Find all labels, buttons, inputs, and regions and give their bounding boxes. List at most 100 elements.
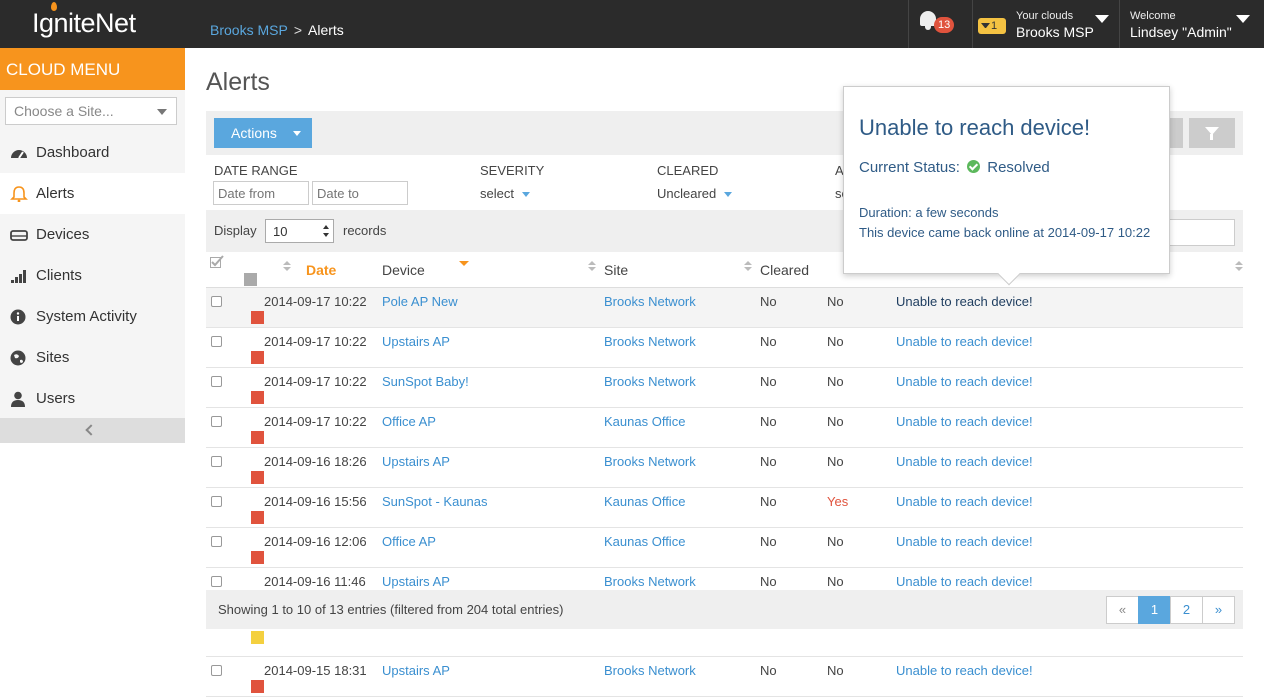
status-cell: No bbox=[827, 528, 896, 568]
device-link[interactable]: SunSpot Baby! bbox=[382, 374, 469, 389]
pagination-prev[interactable]: « bbox=[1106, 596, 1139, 624]
filter-remove-icon bbox=[1205, 127, 1219, 135]
pagination-page-2[interactable]: 2 bbox=[1170, 596, 1203, 624]
site-link[interactable]: Brooks Network bbox=[604, 374, 696, 389]
site-link[interactable]: Brooks Network bbox=[604, 334, 696, 349]
device-cell: SunSpot Baby! bbox=[382, 368, 604, 408]
flame-icon bbox=[51, 2, 57, 11]
device-link[interactable]: Upstairs AP bbox=[382, 574, 450, 589]
severity-indicator bbox=[251, 471, 264, 484]
status-cell: No bbox=[827, 328, 896, 368]
site-link[interactable]: Brooks Network bbox=[604, 294, 696, 309]
row-checkbox[interactable] bbox=[211, 416, 222, 427]
device-header[interactable]: Device bbox=[382, 252, 604, 288]
search-input[interactable] bbox=[1165, 219, 1235, 246]
row-cell bbox=[206, 657, 264, 697]
check-all-icon[interactable] bbox=[210, 255, 224, 268]
device-link[interactable]: Upstairs AP bbox=[382, 454, 450, 469]
table-row[interactable]: 2014-09-16 15:56SunSpot - KaunasKaunas O… bbox=[206, 488, 1243, 528]
page-title: Alerts bbox=[206, 68, 270, 97]
site-select[interactable]: Choose a Site... bbox=[5, 97, 177, 125]
row-checkbox[interactable] bbox=[211, 296, 222, 307]
sidebar-item-devices[interactable]: Devices bbox=[0, 214, 185, 255]
cleared-header[interactable]: Cleared bbox=[760, 252, 827, 288]
sidebar-item-alerts[interactable]: Alerts bbox=[0, 173, 185, 214]
site-link[interactable]: Kaunas Office bbox=[604, 494, 685, 509]
entries-info: Showing 1 to 10 of 13 entries (filtered … bbox=[218, 602, 563, 617]
device-link[interactable]: Office AP bbox=[382, 534, 436, 549]
sidebar-item-sites[interactable]: Sites bbox=[0, 337, 185, 378]
cleared-select[interactable]: Uncleared bbox=[657, 186, 732, 201]
table-row[interactable]: 2014-09-17 10:22Upstairs APBrooks Networ… bbox=[206, 328, 1243, 368]
user-menu[interactable]: Lindsey "Admin" bbox=[1130, 24, 1232, 40]
date-to-input[interactable] bbox=[312, 181, 408, 205]
device-link[interactable]: Upstairs AP bbox=[382, 334, 450, 349]
clouds-dropdown[interactable]: Brooks MSP bbox=[1016, 24, 1094, 40]
row-cell bbox=[206, 448, 264, 488]
row-cell bbox=[206, 408, 264, 448]
top-bar: IgniteNet Brooks MSP>Alerts 13 1 Your cl… bbox=[0, 0, 1264, 48]
row-checkbox[interactable] bbox=[211, 336, 222, 347]
caret-down-icon bbox=[522, 192, 530, 197]
site-link[interactable]: Brooks Network bbox=[604, 454, 696, 469]
table-row[interactable]: 2014-09-17 10:22Office APKaunas OfficeNo… bbox=[206, 408, 1243, 448]
severity-header-icon[interactable] bbox=[244, 273, 257, 286]
alert-link[interactable]: Unable to reach device! bbox=[896, 494, 1033, 509]
device-link[interactable]: Office AP bbox=[382, 414, 436, 429]
records-per-page-select[interactable]: 10 bbox=[265, 219, 334, 243]
alert-link[interactable]: Unable to reach device! bbox=[896, 534, 1033, 549]
clouds-chevron-down-icon[interactable] bbox=[1095, 15, 1109, 23]
row-checkbox[interactable] bbox=[211, 496, 222, 507]
breadcrumb-brooks-msp[interactable]: Brooks MSP bbox=[210, 22, 288, 38]
date-cell: 2014-09-17 10:22 bbox=[264, 368, 382, 408]
row-checkbox[interactable] bbox=[211, 376, 222, 387]
alert-link[interactable]: Unable to reach device! bbox=[896, 414, 1033, 429]
site-header[interactable]: Site bbox=[604, 252, 760, 288]
table-row[interactable]: 2014-09-15 18:31Upstairs APBrooks Networ… bbox=[206, 657, 1243, 697]
sidebar-item-clients[interactable]: Clients bbox=[0, 255, 185, 296]
cleared-cell: No bbox=[760, 448, 827, 488]
severity-select[interactable]: select bbox=[480, 186, 530, 201]
pagination-next[interactable]: » bbox=[1202, 596, 1235, 624]
device-link[interactable]: Pole AP New bbox=[382, 294, 458, 309]
date-from-input[interactable] bbox=[213, 181, 309, 205]
welcome-label: Welcome bbox=[1130, 10, 1176, 22]
cleared-cell: No bbox=[760, 408, 827, 448]
alert-link[interactable]: Unable to reach device! bbox=[896, 334, 1033, 349]
select-all-header[interactable] bbox=[206, 252, 264, 288]
alert-link[interactable]: Unable to reach device! bbox=[896, 454, 1033, 469]
user-chevron-down-icon[interactable] bbox=[1236, 15, 1250, 23]
site-link[interactable]: Brooks Network bbox=[604, 574, 696, 589]
site-link[interactable]: Kaunas Office bbox=[604, 534, 685, 549]
clear-filter-button[interactable] bbox=[1189, 118, 1235, 148]
popover-back-online: This device came back online at 2014-09-… bbox=[859, 225, 1150, 240]
globe-icon bbox=[10, 350, 28, 366]
actions-button[interactable]: Actions bbox=[214, 118, 312, 148]
severity-indicator bbox=[251, 351, 264, 364]
device-cell: Office AP bbox=[382, 528, 604, 568]
notifications-count-badge[interactable]: 13 bbox=[934, 17, 954, 33]
sidebar-item-dashboard[interactable]: Dashboard bbox=[0, 132, 185, 173]
ignitenet-logo[interactable]: IgniteNet bbox=[32, 8, 136, 39]
row-checkbox[interactable] bbox=[211, 536, 222, 547]
date-header[interactable]: Date bbox=[264, 252, 382, 288]
table-row[interactable]: 2014-09-17 10:22Pole AP NewBrooks Networ… bbox=[206, 288, 1243, 328]
device-link[interactable]: SunSpot - Kaunas bbox=[382, 494, 488, 509]
site-link[interactable]: Kaunas Office bbox=[604, 414, 685, 429]
alert-link[interactable]: Unable to reach device! bbox=[896, 574, 1033, 589]
row-checkbox[interactable] bbox=[211, 456, 222, 467]
sidebar-collapse-button[interactable] bbox=[0, 418, 185, 443]
table-row[interactable]: 2014-09-16 18:26Upstairs APBrooks Networ… bbox=[206, 448, 1243, 488]
table-row[interactable]: 2014-09-16 12:06Office APKaunas OfficeNo… bbox=[206, 528, 1243, 568]
row-checkbox[interactable] bbox=[211, 576, 222, 587]
messages-badge[interactable]: 1 bbox=[978, 18, 1006, 34]
pagination-page-1[interactable]: 1 bbox=[1138, 596, 1171, 624]
severity-indicator bbox=[251, 551, 264, 564]
alert-link[interactable]: Unable to reach device! bbox=[896, 374, 1033, 389]
site-cell: Kaunas Office bbox=[604, 488, 760, 528]
alert-link[interactable]: Unable to reach device! bbox=[896, 294, 1033, 309]
severity-indicator bbox=[251, 311, 264, 324]
sidebar-item-users[interactable]: Users bbox=[0, 378, 185, 419]
sidebar-item-system-activity[interactable]: System Activity bbox=[0, 296, 185, 337]
table-row[interactable]: 2014-09-17 10:22SunSpot Baby! Brooks Netw… bbox=[206, 368, 1243, 408]
